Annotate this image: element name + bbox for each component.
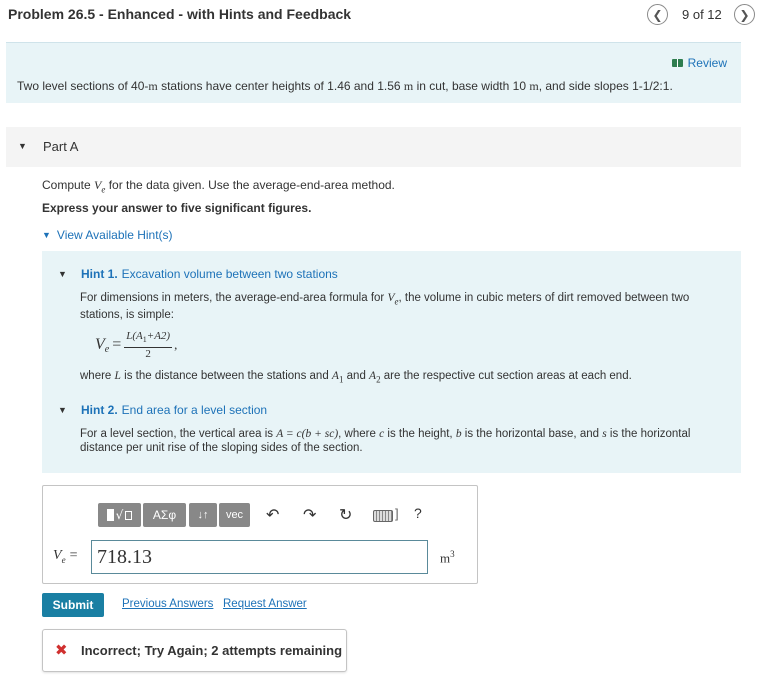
greek-symbols-button[interactable]: ΑΣφ xyxy=(143,503,186,527)
hint-1-number: Hint 1. xyxy=(81,267,118,281)
hint-2-header[interactable]: ▼ Hint 2. End area for a level section xyxy=(58,403,267,417)
book-icon xyxy=(671,59,683,67)
submit-button[interactable]: Submit xyxy=(42,593,104,617)
x-icon: ✖ xyxy=(55,642,68,659)
caret-down-icon: ▼ xyxy=(58,269,67,279)
answer-panel: √ ΑΣφ ↓↑ vec ↶ ↷ ↻ ] ? Ve= m3 xyxy=(42,485,478,584)
problem-statement-panel: Review Two level sections of 40-m statio… xyxy=(6,42,741,103)
caret-down-icon: ▼ xyxy=(42,230,51,240)
chevron-right-icon: ❯ xyxy=(739,7,750,22)
next-problem-button[interactable]: ❯ xyxy=(734,4,755,25)
hint-1-text: For dimensions in meters, the average-en… xyxy=(80,292,690,322)
reset-icon[interactable]: ↻ xyxy=(339,505,352,525)
hint-1-where-text: where L is the distance between the stat… xyxy=(80,370,632,385)
caret-down-icon: ▼ xyxy=(18,141,27,151)
redo-icon[interactable]: ↷ xyxy=(303,505,316,525)
chevron-left-icon: ❮ xyxy=(652,7,663,22)
hint-2-number: Hint 2. xyxy=(81,403,118,417)
previous-problem-button[interactable]: ❮ xyxy=(647,4,668,25)
hint-1-title: Excavation volume between two stations xyxy=(121,267,338,281)
keyboard-icon[interactable] xyxy=(373,510,393,522)
feedback-text: Incorrect; Try Again; 2 attempts remaini… xyxy=(81,643,343,658)
page-title: Problem 26.5 - Enhanced - with Hints and… xyxy=(8,6,352,22)
help-button[interactable]: ? xyxy=(414,505,422,521)
view-hints-label: View Available Hint(s) xyxy=(56,228,173,242)
part-a-header[interactable]: ▼ Part A xyxy=(6,127,741,167)
template-icon: √ xyxy=(106,508,133,522)
answer-input[interactable] xyxy=(91,540,428,574)
hint-2-text: For a level section, the vertical area i… xyxy=(80,428,691,454)
significant-figures-note: Express your answer to five significant … xyxy=(42,201,312,215)
view-hints-toggle[interactable]: ▼ View Available Hint(s) xyxy=(42,228,173,242)
part-instruction: Compute Ve for the data given. Use the a… xyxy=(42,178,395,195)
caret-down-icon: ▼ xyxy=(58,405,67,415)
hint-2-title: End area for a level section xyxy=(121,403,268,417)
problem-counter: 9 of 12 xyxy=(682,7,722,22)
feedback-message: ✖ Incorrect; Try Again; 2 attempts remai… xyxy=(42,629,347,672)
template-button[interactable]: √ xyxy=(98,503,141,527)
undo-icon[interactable]: ↶ xyxy=(266,505,279,525)
arrows-button[interactable]: ↓↑ xyxy=(189,503,217,527)
vector-button[interactable]: vec xyxy=(219,503,250,527)
average-end-area-formula: Ve = L(A1+A2) 2 , xyxy=(95,330,178,361)
review-link[interactable]: Review xyxy=(671,56,727,70)
answer-unit: m3 xyxy=(440,549,455,566)
hint-1-header[interactable]: ▼ Hint 1. Excavation volume between two … xyxy=(58,267,338,281)
keyboard-bracket-icon: ] xyxy=(395,506,399,521)
review-label: Review xyxy=(687,56,727,70)
part-label: Part A xyxy=(43,139,79,154)
problem-text: Two level sections of 40-m stations have… xyxy=(17,79,673,93)
hints-panel: ▼ Hint 1. Excavation volume between two … xyxy=(42,251,741,473)
request-answer-link[interactable]: Request Answer xyxy=(223,598,307,610)
previous-answers-link[interactable]: Previous Answers xyxy=(122,598,213,610)
answer-variable: Ve = xyxy=(53,548,78,565)
